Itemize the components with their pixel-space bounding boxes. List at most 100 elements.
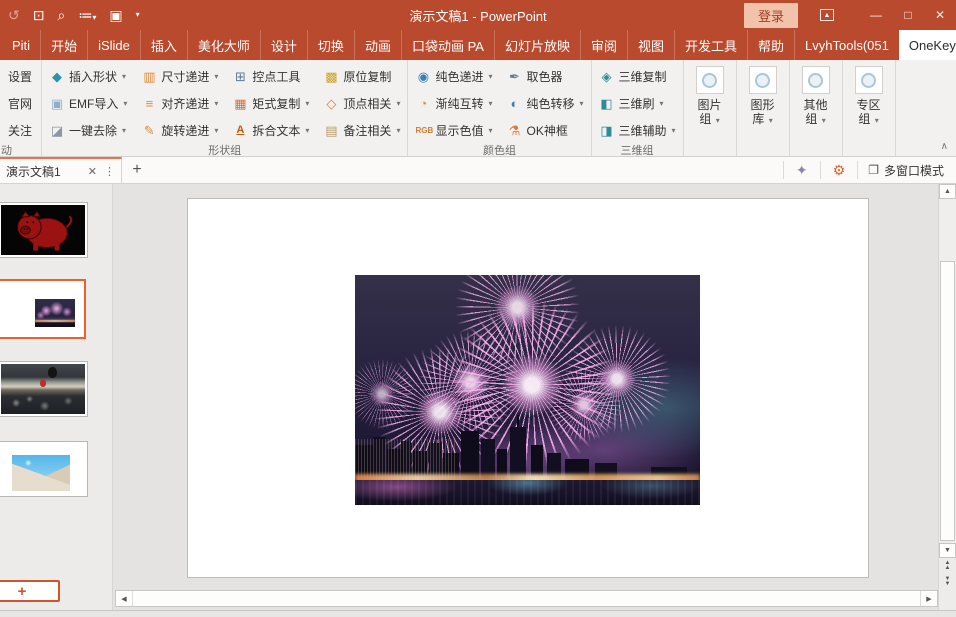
fireworks-mini-image <box>35 299 75 327</box>
list-icon[interactable]: ≔▾ <box>78 8 96 22</box>
tab-lvyhtools[interactable]: LvyhTools(051 <box>794 30 899 60</box>
slide-thumbnail-2-selected[interactable] <box>0 279 86 339</box>
control-point-icon: ⊞ <box>232 70 248 83</box>
next-slide-button[interactable]: ▼▼ <box>939 574 956 590</box>
tab-meihua-dashi[interactable]: 美化大师 <box>187 30 260 60</box>
ribbon-item-insert-shape[interactable]: ◆插入形状▾ <box>45 63 131 90</box>
solid-color-transfer-icon: ◐ <box>506 97 522 110</box>
ribbon-item-other-group[interactable]: 其他 组 ▾ <box>790 60 843 156</box>
ribbon-item-notes-related[interactable]: ▤备注相关▾ <box>319 117 404 144</box>
vertical-scrollbar[interactable]: ▲ ▼ ▲▲ ▼▼ <box>938 184 956 610</box>
ribbon-item-3d-brush[interactable]: ◧三维刷▾ <box>595 90 680 117</box>
status-bar <box>0 610 956 617</box>
insert-shape-icon: ◆ <box>49 70 65 83</box>
customize-qat-icon[interactable]: ▾ <box>136 11 140 19</box>
ribbon-display-options-icon[interactable]: ▲ <box>820 9 834 21</box>
slideshow-icon[interactable]: ⊡ <box>33 8 45 22</box>
add-slide-button[interactable]: + <box>0 580 60 602</box>
emf-import-icon: ▣ <box>49 97 65 110</box>
tab-slideshow[interactable]: 幻灯片放映 <box>494 30 580 60</box>
tab-review[interactable]: 审阅 <box>580 30 627 60</box>
ribbon-item-graphics-library[interactable]: 图形 库 ▾ <box>737 60 790 156</box>
tab-developer[interactable]: 开发工具 <box>674 30 747 60</box>
ribbon-item-split-merge-text[interactable]: A拆合文本▾ <box>228 117 313 144</box>
maximize-button[interactable]: □ <box>892 0 924 30</box>
solid-color-step-icon: ◉ <box>415 70 431 83</box>
ribbon-item-color-picker[interactable]: ✒取色器 <box>502 63 587 90</box>
print-preview-icon[interactable]: ⌕ <box>57 8 65 22</box>
signin-button[interactable]: 登录 <box>744 3 798 28</box>
tab-koudai-donghua[interactable]: 口袋动画 PA <box>401 30 494 60</box>
undo-icon[interactable]: ↺ <box>8 8 20 22</box>
tab-onekey8-active[interactable]: OneKey 8 <box>899 30 956 60</box>
dropdown-arrow-icon: ▾ <box>580 99 584 108</box>
ribbon-item-align-step[interactable]: ≡对齐递进▾ <box>137 90 222 117</box>
ribbon-item-gradient-solid-swap[interactable]: ◔渐纯互转▾ <box>411 90 496 117</box>
ribbon-item-emf-import[interactable]: ▣EMF导入▾ <box>45 90 131 117</box>
ok-magic-frame-icon: ⚗ <box>506 124 522 137</box>
ribbon-item-one-key-remove[interactable]: ◪一键去除▾ <box>45 117 131 144</box>
multi-window-mode-button[interactable]: ❐ 多窗口模式 <box>862 162 956 179</box>
minimize-button[interactable]: — <box>860 0 892 30</box>
ribbon-item-official-site[interactable]: 官网 <box>0 90 41 117</box>
document-tab[interactable]: 演示文稿1 ✕ ⋮ <box>0 157 122 183</box>
ribbon-item-size-step[interactable]: ▥尺寸递进▾ <box>137 63 222 90</box>
kebab-menu-icon[interactable]: ⋮ <box>104 165 115 178</box>
scroll-up-icon[interactable]: ▲ <box>939 184 956 199</box>
show-color-value-icon: RGB <box>415 127 431 135</box>
collapse-ribbon-icon[interactable]: ∧ <box>941 141 948 152</box>
close-tab-icon[interactable]: ✕ <box>85 165 100 178</box>
pig-slide-image <box>1 205 85 255</box>
tab-islide[interactable]: iSlide <box>87 30 140 60</box>
new-tab-button[interactable]: + <box>122 157 152 183</box>
dropdown-arrow-icon: ▾ <box>305 126 309 135</box>
scroll-down-icon[interactable]: ▼ <box>939 543 956 558</box>
scrollbar-thumb[interactable] <box>940 261 955 541</box>
scroll-right-icon[interactable]: ▶ <box>920 591 937 606</box>
tab-home[interactable]: 开始 <box>40 30 87 60</box>
tab-help[interactable]: 帮助 <box>747 30 794 60</box>
circle-icon <box>696 66 724 94</box>
scrollbar-track[interactable] <box>939 199 956 543</box>
horizontal-scrollbar[interactable]: ◀ ▶ <box>115 590 938 607</box>
save-icon[interactable]: ▣ <box>109 8 122 22</box>
ribbon-item-solid-color-transfer[interactable]: ◐纯色转移▾ <box>502 90 587 117</box>
ribbon-item-3d-assist[interactable]: ◨三维辅助▾ <box>595 117 680 144</box>
dropdown-arrow-icon: ▾ <box>396 126 400 135</box>
tab-view[interactable]: 视图 <box>627 30 674 60</box>
ribbon-item-solid-color-step[interactable]: ◉纯色递进▾ <box>411 63 496 90</box>
slide-thumbnail-3[interactable] <box>0 361 88 417</box>
quick-access-toolbar: ↺ ⊡ ⌕ ≔▾ ▣ ▾ <box>0 8 140 22</box>
slide-thumbnail-1[interactable] <box>0 202 88 258</box>
balloons-slide-image <box>1 364 85 414</box>
settings-gear-icon[interactable]: ⚙ <box>825 162 854 179</box>
slide-thumbnail-4[interactable] <box>0 441 88 497</box>
tab-piti[interactable]: Piti <box>2 30 40 60</box>
dropdown-arrow-icon: ▾ <box>122 72 126 81</box>
ribbon-item-vertex-related[interactable]: ◇顶点相关▾ <box>319 90 404 117</box>
dropdown-arrow-icon: ▾ <box>488 126 492 135</box>
previous-slide-button[interactable]: ▲▲ <box>939 558 956 574</box>
fireworks-image[interactable] <box>355 275 700 505</box>
ribbon-item-rotate-step[interactable]: ✎旋转递进▾ <box>137 117 222 144</box>
ribbon-item-control-point-tool[interactable]: ⊞控点工具 <box>228 63 313 90</box>
tab-transitions[interactable]: 切换 <box>307 30 354 60</box>
ribbon-item-zone-group[interactable]: 专区 组 ▾ <box>843 60 896 156</box>
ribbon-item-ok-magic-frame[interactable]: ⚗OK神框 <box>502 117 587 144</box>
ribbon-item-picture-group[interactable]: 图片 组 ▾ <box>684 60 737 156</box>
ribbon-item-in-place-copy[interactable]: ▩原位复制 <box>319 63 404 90</box>
ribbon-item-follow[interactable]: 关注 <box>0 117 41 144</box>
tab-animations[interactable]: 动画 <box>354 30 401 60</box>
ribbon-item-settings[interactable]: 设置 <box>0 63 41 90</box>
ribbon-item-3d-copy[interactable]: ◈三维复制 <box>595 63 680 90</box>
magic-wand-icon[interactable]: ✦ <box>788 162 816 179</box>
ribbon-group-3d: ◈三维复制 ◧三维刷▾ ◨三维辅助▾ 三维组 <box>592 60 684 156</box>
tab-insert[interactable]: 插入 <box>140 30 187 60</box>
scroll-left-icon[interactable]: ◀ <box>116 591 133 606</box>
powerpoint-window: ↺ ⊡ ⌕ ≔▾ ▣ ▾ 演示文稿1 - PowerPoint 登录 ▲ — □… <box>0 0 956 617</box>
ribbon-item-show-color-value[interactable]: RGB显示色值▾ <box>411 117 496 144</box>
slide-canvas[interactable] <box>187 198 869 578</box>
tab-design[interactable]: 设计 <box>260 30 307 60</box>
ribbon-item-matrix-copy[interactable]: ▦矩式复制▾ <box>228 90 313 117</box>
close-button[interactable]: ✕ <box>924 0 956 30</box>
